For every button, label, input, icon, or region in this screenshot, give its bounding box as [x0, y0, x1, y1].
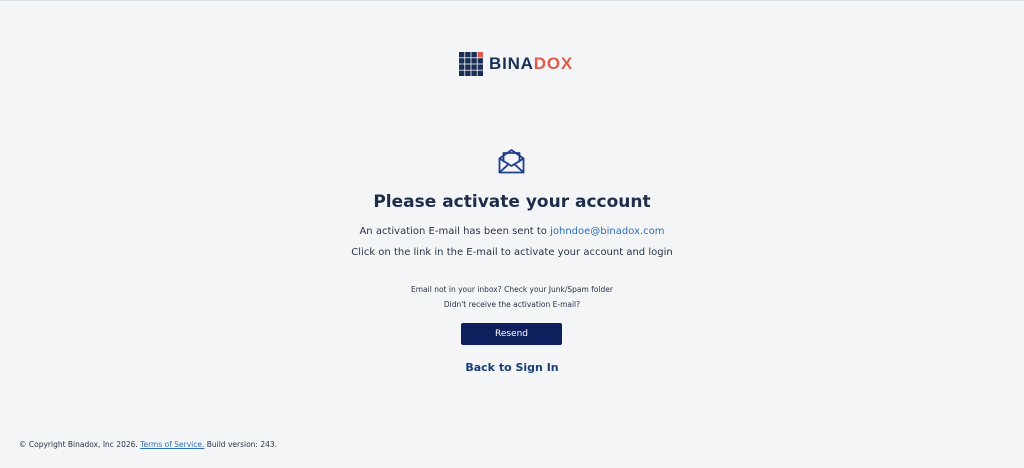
footer: © Copyright Binadox, Inc 2026. Terms of … — [19, 439, 277, 451]
brand-name-part2: DOX — [533, 54, 574, 73]
resend-button[interactable]: Resend — [461, 323, 562, 345]
brand-logo[interactable]: BINADOX — [459, 52, 573, 76]
activation-instructions: Click on the link in the E-mail to activ… — [351, 247, 673, 258]
envelope-open-icon — [498, 149, 525, 174]
terms-of-service-link[interactable]: Terms of Service. — [140, 440, 204, 449]
grid-logo-icon — [459, 52, 483, 76]
brand-name-part1: BINA — [489, 54, 534, 73]
brand-name: BINADOX — [489, 52, 573, 76]
build-version: Build version: 243. — [206, 440, 278, 449]
activation-sent-prefix: An activation E-mail has been sent to — [359, 226, 551, 237]
back-to-sign-in-link[interactable]: Back to Sign In — [0, 359, 1024, 377]
activation-sent-text: An activation E-mail has been sent to jo… — [0, 224, 1024, 240]
email-link[interactable]: johndoe@binadox.com — [550, 226, 664, 237]
didnt-receive-text: Didn't receive the activation E-mail? — [443, 300, 581, 309]
inbox-hint: Email not in your inbox? Check your Junk… — [411, 285, 613, 294]
top-divider — [0, 0, 1024, 1]
copyright-text: © Copyright Binadox, Inc 2026. — [19, 440, 138, 449]
page-title: Please activate your account — [373, 192, 651, 212]
